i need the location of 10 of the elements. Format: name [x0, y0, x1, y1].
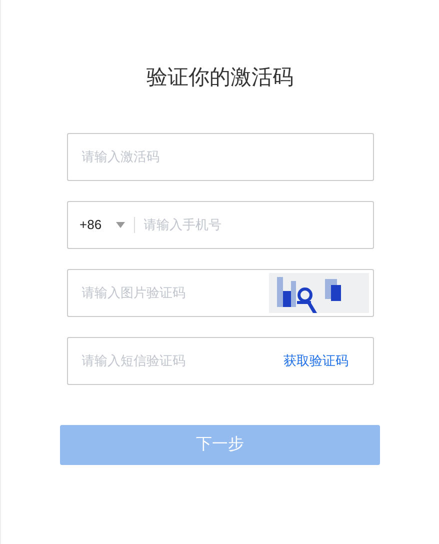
- caret-icon: [116, 222, 125, 228]
- input-field[interactable]: 请输入短信验证码 获取验证码: [66, 336, 374, 384]
- input-field[interactable]: 请输入图片验证码: [66, 268, 374, 316]
- page-title: 验证你的激活码: [146, 65, 294, 91]
- text-input[interactable]: 请输入图片验证码: [82, 270, 268, 316]
- get-code-link[interactable]: 获取验证码: [284, 350, 348, 370]
- text-input[interactable]: 请输入手机号: [144, 202, 358, 248]
- input-field[interactable]: +86 请输入手机号: [66, 200, 374, 248]
- text-input[interactable]: 请输入短信验证码: [82, 338, 284, 384]
- country-code-dropdown[interactable]: +86: [80, 214, 125, 234]
